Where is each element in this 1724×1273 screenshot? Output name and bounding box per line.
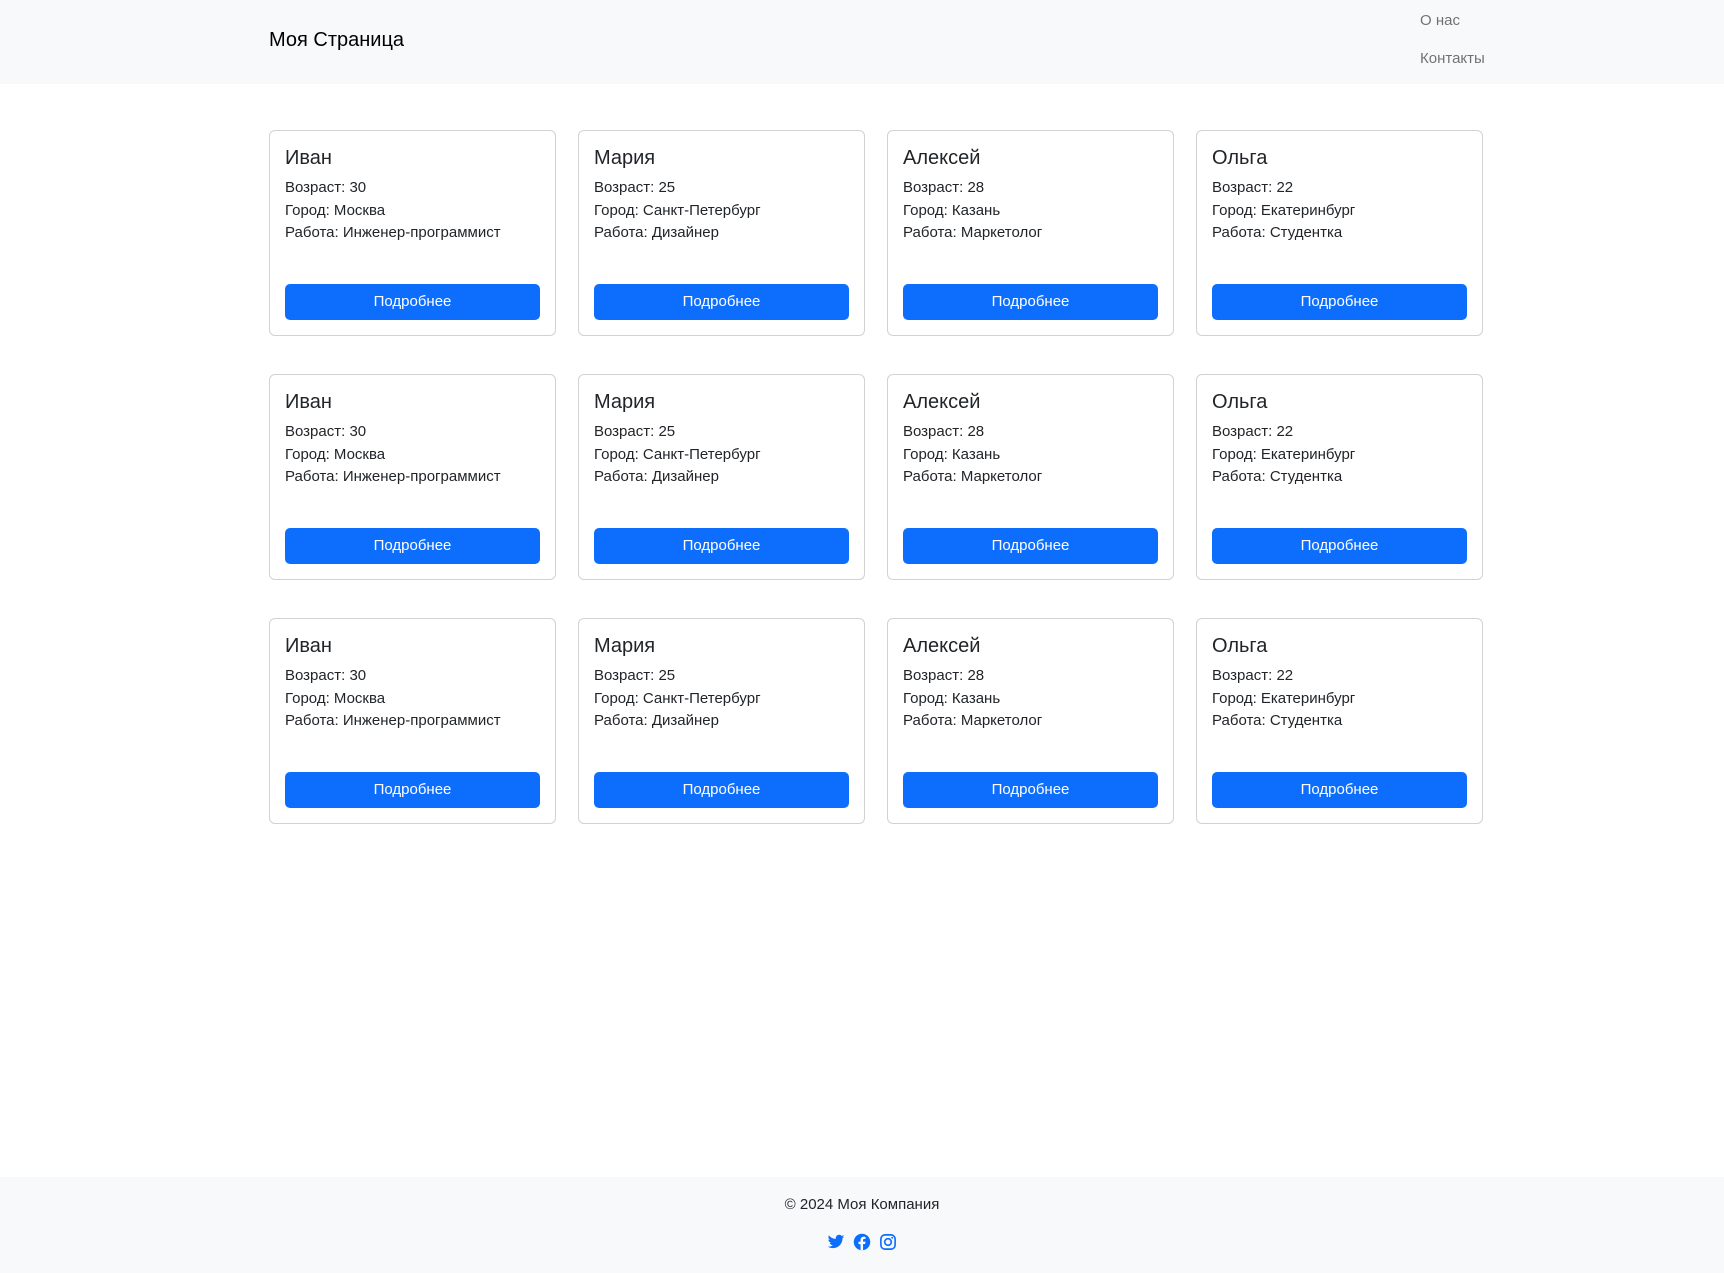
card-age: Возраст: 25 xyxy=(594,423,676,440)
person-card: Ольга Возраст: 22 Город: Екатеринбург Ра… xyxy=(1196,618,1483,824)
card-job: Работа: Маркетолог xyxy=(903,224,1043,242)
person-card: Иван Возраст: 30 Город: Москва Работа: И… xyxy=(269,618,556,824)
details-button[interactable]: Подробнее xyxy=(1212,772,1467,808)
card-job: Работа: Инженер-программист xyxy=(285,712,501,730)
card-job: Работа: Студентка xyxy=(1212,468,1343,486)
social-links xyxy=(0,1233,1724,1251)
card-job: Работа: Дизайнер xyxy=(594,712,719,730)
person-card: Мария Возраст: 25 Город: Санкт-Петербург… xyxy=(578,130,865,336)
card-age: Возраст: 28 xyxy=(903,667,985,684)
card-job: Работа: Инженер-программист xyxy=(285,468,501,486)
card-city: Город: Казань xyxy=(903,689,1001,707)
details-button[interactable]: Подробнее xyxy=(903,772,1158,808)
card-city: Город: Москва xyxy=(285,201,386,219)
card-age: Возраст: 28 xyxy=(903,423,985,440)
person-card: Алексей Возраст: 28 Город: Казань Работа… xyxy=(887,130,1174,336)
card-city: Город: Санкт-Петербург xyxy=(594,201,761,219)
card-title: Иван xyxy=(285,635,332,657)
card-city: Город: Екатеринбург xyxy=(1212,201,1356,219)
card-title: Ольга xyxy=(1212,391,1268,413)
details-button[interactable]: Подробнее xyxy=(285,284,540,320)
person-card: Алексей Возраст: 28 Город: Казань Работа… xyxy=(887,618,1174,824)
card-title: Алексей xyxy=(903,147,981,169)
navbar: Моя Страница О нас Контакты xyxy=(0,0,1724,84)
card-age: Возраст: 30 xyxy=(285,667,367,684)
card-city: Город: Екатеринбург xyxy=(1212,689,1356,707)
card-age: Возраст: 28 xyxy=(903,179,985,196)
instagram-icon[interactable] xyxy=(879,1233,897,1251)
card-city: Город: Москва xyxy=(285,689,386,707)
card-city: Город: Казань xyxy=(903,445,1001,463)
card-title: Алексей xyxy=(903,635,981,657)
details-button[interactable]: Подробнее xyxy=(285,528,540,564)
details-button[interactable]: Подробнее xyxy=(285,772,540,808)
card-city: Город: Санкт-Петербург xyxy=(594,445,761,463)
card-age: Возраст: 22 xyxy=(1212,667,1294,684)
details-button[interactable]: Подробнее xyxy=(594,772,849,808)
card-city: Город: Москва xyxy=(285,445,386,463)
card-job: Работа: Маркетолог xyxy=(903,468,1043,486)
card-title: Ольга xyxy=(1212,635,1268,657)
person-card: Иван Возраст: 30 Город: Москва Работа: И… xyxy=(269,130,556,336)
person-card: Алексей Возраст: 28 Город: Казань Работа… xyxy=(887,374,1174,580)
card-age: Возраст: 25 xyxy=(594,179,676,196)
card-city: Город: Екатеринбург xyxy=(1212,445,1356,463)
card-age: Возраст: 22 xyxy=(1212,423,1294,440)
card-job: Работа: Студентка xyxy=(1212,224,1343,242)
cards-grid: Иван Возраст: 30 Город: Москва Работа: И… xyxy=(269,130,1485,824)
card-age: Возраст: 30 xyxy=(285,179,367,196)
card-city: Город: Санкт-Петербург xyxy=(594,689,761,707)
facebook-icon[interactable] xyxy=(853,1233,871,1251)
card-title: Ольга xyxy=(1212,147,1268,169)
card-job: Работа: Дизайнер xyxy=(594,468,719,486)
card-title: Иван xyxy=(285,147,332,169)
card-job: Работа: Студентка xyxy=(1212,712,1343,730)
card-title: Иван xyxy=(285,391,332,413)
card-job: Работа: Дизайнер xyxy=(594,224,719,242)
nav-link-contacts[interactable]: Контакты xyxy=(1420,48,1485,70)
person-card: Ольга Возраст: 22 Город: Екатеринбург Ра… xyxy=(1196,130,1483,336)
brand-link[interactable]: Моя Страница xyxy=(269,26,404,54)
footer: © 2024 Моя Компания xyxy=(0,1177,1724,1273)
details-button[interactable]: Подробнее xyxy=(903,528,1158,564)
card-city: Город: Казань xyxy=(903,201,1001,219)
details-button[interactable]: Подробнее xyxy=(1212,284,1467,320)
card-job: Работа: Инженер-программист xyxy=(285,224,501,242)
card-age: Возраст: 25 xyxy=(594,667,676,684)
card-title: Мария xyxy=(594,147,656,169)
details-button[interactable]: Подробнее xyxy=(903,284,1158,320)
card-age: Возраст: 30 xyxy=(285,423,367,440)
card-title: Мария xyxy=(594,635,656,657)
details-button[interactable]: Подробнее xyxy=(594,284,849,320)
card-title: Мария xyxy=(594,391,656,413)
person-card: Мария Возраст: 25 Город: Санкт-Петербург… xyxy=(578,618,865,824)
card-job: Работа: Маркетолог xyxy=(903,712,1043,730)
card-age: Возраст: 22 xyxy=(1212,179,1294,196)
details-button[interactable]: Подробнее xyxy=(594,528,849,564)
details-button[interactable]: Подробнее xyxy=(1212,528,1467,564)
person-card: Ольга Возраст: 22 Город: Екатеринбург Ра… xyxy=(1196,374,1483,580)
twitter-icon[interactable] xyxy=(827,1233,845,1251)
card-title: Алексей xyxy=(903,391,981,413)
nav-link-about[interactable]: О нас xyxy=(1420,10,1460,32)
copyright-text: © 2024 Моя Компания xyxy=(784,1196,940,1213)
person-card: Иван Возраст: 30 Город: Москва Работа: И… xyxy=(269,374,556,580)
person-card: Мария Возраст: 25 Город: Санкт-Петербург… xyxy=(578,374,865,580)
